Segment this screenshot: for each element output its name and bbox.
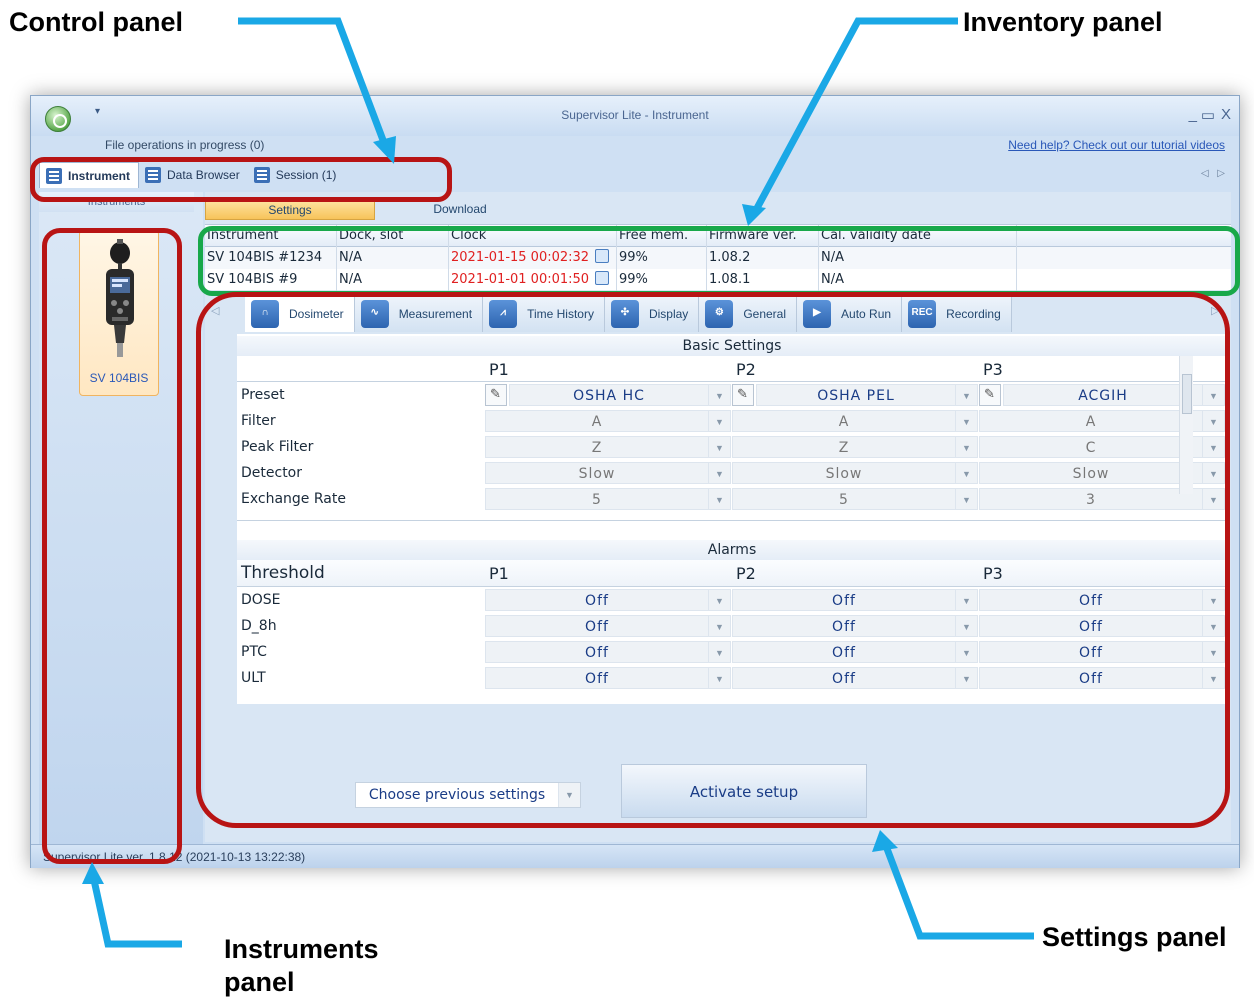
- annotation-arrows: [82, 17, 1034, 948]
- instruments-panel-arrowhead: [82, 862, 104, 884]
- inventory-panel-arrow: [752, 17, 958, 212]
- control-panel-arrow: [238, 17, 390, 150]
- settings-panel-arrow: [882, 844, 1034, 940]
- control-panel-arrowhead: [373, 136, 396, 164]
- inventory-panel-arrowhead: [742, 204, 766, 226]
- instruments-panel-arrow: [90, 879, 182, 948]
- settings-panel-arrowhead: [872, 830, 898, 852]
